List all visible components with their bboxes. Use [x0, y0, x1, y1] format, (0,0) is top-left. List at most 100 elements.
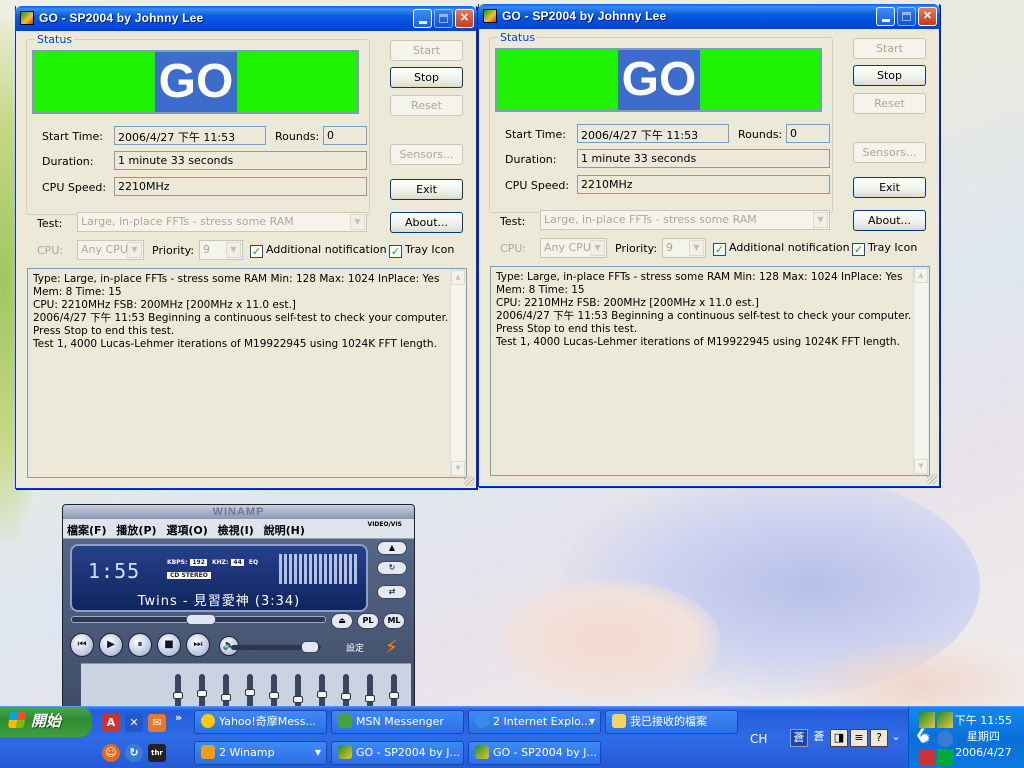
eq-knob[interactable] — [173, 692, 183, 699]
network-icon[interactable]: ✕ — [125, 714, 143, 732]
menu-file[interactable]: 檔案(F) — [67, 524, 107, 537]
volume-slider[interactable] — [231, 641, 321, 653]
resize-grip-icon[interactable] — [464, 476, 474, 486]
stop-button[interactable]: Stop — [390, 67, 463, 88]
task-internet-explorer[interactable]: 2 Internet Explo... ▼ — [468, 710, 601, 734]
eq-slider[interactable] — [365, 674, 375, 708]
refresh-icon[interactable]: ↻ — [125, 744, 143, 762]
additional-notification-checkbox[interactable]: ✓ Additional notification — [713, 241, 850, 256]
priority-select[interactable]: 9 ▼ — [662, 238, 706, 258]
eq-slider[interactable] — [173, 674, 183, 708]
eq-knob[interactable] — [269, 692, 279, 699]
clock[interactable]: 下午 11:55 星期四 2006/4/27 — [955, 713, 1012, 761]
sensors-button[interactable]: Sensors... — [853, 142, 926, 163]
exit-button[interactable]: Exit — [853, 177, 926, 198]
start-button[interactable]: 開始 — [0, 707, 92, 737]
playlist-button[interactable]: PL — [357, 613, 379, 629]
eq-knob[interactable] — [341, 693, 351, 700]
stop-button[interactable]: Stop — [853, 65, 926, 86]
maximize-button[interactable] — [434, 9, 453, 28]
sp2004-tray-icon[interactable] — [919, 712, 935, 728]
about-button[interactable]: About... — [390, 212, 463, 233]
task-msn-messenger[interactable]: MSN Messenger — [331, 710, 464, 734]
reset-button[interactable]: Reset — [853, 93, 926, 114]
open-file-icon[interactable]: ⏏ — [331, 613, 353, 629]
seek-thumb[interactable] — [186, 614, 216, 625]
scroll-down-icon[interactable]: ▼ — [451, 461, 465, 476]
input-language[interactable]: CH — [750, 732, 767, 746]
pause-icon[interactable]: ⏸ — [128, 633, 152, 657]
reset-button[interactable]: Reset — [390, 95, 463, 116]
task-sp2004-2[interactable]: GO - SP2004 by J... — [468, 741, 601, 765]
seek-bar[interactable] — [71, 614, 326, 625]
tray-icon-checkbox[interactable]: ✓ Tray Icon — [389, 243, 454, 258]
track-time[interactable]: 1:55 — [88, 559, 140, 583]
mail-icon[interactable]: ✉ — [148, 714, 166, 732]
sp2004-tray-icon[interactable] — [937, 712, 953, 728]
eq-slider[interactable] — [317, 674, 327, 708]
scroll-up-icon[interactable]: ▲ — [914, 268, 928, 283]
eq-knob[interactable] — [293, 696, 303, 703]
options-chevron-icon[interactable]: ⌄ — [890, 729, 902, 747]
vertical-scrollbar[interactable]: ▲ ▼ — [450, 270, 465, 476]
eq-knob[interactable] — [317, 691, 327, 698]
vertical-scrollbar[interactable]: ▲ ▼ — [913, 268, 928, 474]
menu-help[interactable]: 說明(H) — [264, 524, 305, 537]
media-app-icon[interactable]: thr — [148, 744, 166, 762]
cpu-select[interactable]: Any CPU ▼ — [540, 238, 607, 258]
start-button[interactable]: Start — [390, 40, 463, 61]
messenger-tray-icon[interactable] — [937, 749, 953, 765]
menu-view[interactable]: 檢視(I) — [218, 524, 254, 537]
firefox-icon[interactable]: ☺ — [102, 744, 120, 762]
media-library-button[interactable]: ML — [383, 613, 405, 629]
cpu-select[interactable]: Any CPU ▼ — [77, 240, 144, 260]
eq-knob[interactable] — [389, 692, 399, 699]
sp2004-window-1[interactable]: GO - SP2004 by Johnny Lee ✕ Status GO St… — [15, 6, 477, 489]
minimize-button[interactable] — [876, 7, 895, 26]
sun-icon[interactable]: ✹ — [919, 731, 935, 747]
close-button[interactable]: ✕ — [455, 9, 474, 28]
spectrum-visualizer[interactable] — [279, 554, 357, 584]
sp2004-window-2[interactable]: GO - SP2004 by Johnny Lee ✕ Status GO St… — [478, 4, 940, 487]
maximize-button[interactable] — [897, 7, 916, 26]
chevron-right-icon[interactable]: » — [175, 711, 182, 724]
help-icon[interactable]: ? — [870, 729, 888, 747]
network-tray-icon[interactable] — [937, 731, 953, 747]
task-sp2004-1[interactable]: GO - SP2004 by J... — [331, 741, 464, 765]
previous-icon[interactable]: ⏮ — [70, 633, 94, 657]
task-received-files[interactable]: 我已接收的檔案 — [605, 710, 738, 734]
winamp-player[interactable]: WINAMP 檔案(F) 播放(P) 選項(O) 檢視(I) 說明(H) VID… — [62, 504, 415, 709]
shuffle-icon[interactable]: ⇄ — [377, 585, 407, 599]
eq-knob[interactable] — [245, 689, 255, 696]
log-output[interactable]: Type: Large, in-place FFTs - stress some… — [490, 266, 930, 476]
eq-slider[interactable] — [221, 674, 231, 708]
log-output[interactable]: Type: Large, in-place FFTs - stress some… — [27, 268, 467, 478]
eq-slider[interactable] — [245, 674, 255, 708]
sensors-button[interactable]: Sensors... — [390, 144, 463, 165]
soft-keyboard-icon[interactable]: ≡ — [850, 729, 868, 747]
eq-slider[interactable] — [341, 674, 351, 708]
settings-label[interactable]: 設定 — [346, 641, 364, 654]
ime-mode-2[interactable]: 蒼 — [810, 729, 828, 747]
eq-knob[interactable] — [365, 695, 375, 702]
title-bar[interactable]: GO - SP2004 by Johnny Lee ✕ — [478, 4, 940, 29]
additional-notification-checkbox[interactable]: ✓ Additional notification — [250, 243, 387, 258]
lightning-icon[interactable]: ⚡ — [385, 637, 398, 658]
acrobat-icon[interactable]: A — [102, 714, 120, 732]
repeat-icon[interactable]: ↻ — [377, 561, 407, 575]
ime-mode-1[interactable]: 蒼 — [790, 729, 808, 747]
task-winamp[interactable]: 2 Winamp ▼ — [194, 741, 327, 765]
menu-options[interactable]: 選項(O) — [166, 524, 207, 537]
eq-knob[interactable] — [221, 694, 231, 701]
scroll-down-icon[interactable]: ▼ — [914, 459, 928, 474]
close-button[interactable]: ✕ — [918, 7, 937, 26]
title-bar[interactable]: GO - SP2004 by Johnny Lee ✕ — [15, 6, 477, 31]
eject-icon[interactable]: ▲ — [377, 541, 407, 555]
antivirus-icon[interactable] — [919, 749, 935, 765]
scroll-up-icon[interactable]: ▲ — [451, 270, 465, 285]
tray-icon-checkbox[interactable]: ✓ Tray Icon — [852, 241, 917, 256]
next-icon[interactable]: ⏭ — [186, 633, 210, 657]
eq-slider[interactable] — [197, 674, 207, 708]
about-button[interactable]: About... — [853, 210, 926, 231]
eq-slider[interactable] — [293, 674, 303, 708]
